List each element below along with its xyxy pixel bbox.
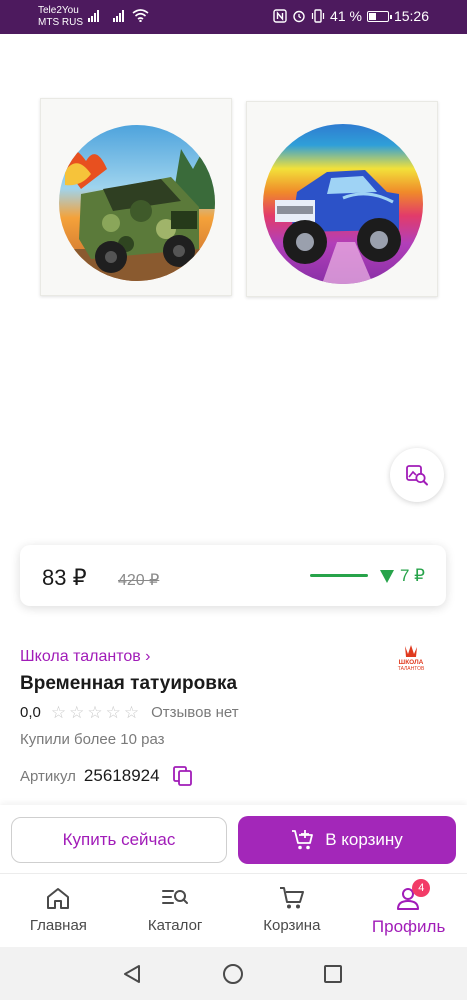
price-card[interactable]: 83 ₽ 420 ₽ 7 ₽ — [20, 545, 446, 606]
recents-icon[interactable] — [322, 963, 344, 985]
nav-catalog[interactable]: Каталог — [117, 874, 234, 947]
rating-stars: ☆ ☆ ☆ ☆ ☆ — [50, 702, 140, 722]
nav-home-label: Главная — [29, 917, 87, 934]
brand-logo[interactable]: ШКОЛА ТАЛАНТОВ — [393, 644, 429, 672]
article-row: Артикул 25618924 — [20, 765, 194, 787]
notification-badge: 4 — [412, 879, 431, 897]
svg-text:ШКОЛА: ШКОЛА — [399, 659, 424, 666]
star-icon: ☆ — [105, 702, 121, 722]
add-to-cart-button[interactable]: В корзину — [238, 816, 456, 864]
back-icon[interactable] — [121, 963, 143, 985]
system-navigation-bar — [0, 947, 467, 1000]
buy-now-button[interactable]: Купить сейчас — [11, 817, 227, 863]
product-image-military-truck — [40, 98, 232, 296]
alarm-icon — [293, 10, 305, 23]
star-icon: ☆ — [87, 702, 103, 722]
product-title: Временная татуировка — [20, 673, 238, 694]
vibrate-icon — [311, 9, 325, 23]
status-bar: Tele2You MTS RUS 41 % 15:26 — [0, 0, 467, 34]
article-number: 25618924 — [83, 766, 160, 785]
action-bar: Купить сейчас В корзину — [0, 805, 467, 873]
rating-row[interactable]: 0,0 ☆ ☆ ☆ ☆ ☆ Отзывов нет — [20, 702, 239, 722]
nav-profile-label: Профиль — [371, 917, 446, 936]
catalog-search-icon — [162, 890, 189, 904]
clock: 15:26 — [393, 8, 429, 24]
old-price: 420 ₽ — [118, 572, 160, 589]
rating-value: 0,0 — [20, 704, 41, 721]
carrier-2: MTS RUS — [38, 17, 83, 28]
battery-percent: 41 % — [330, 8, 362, 24]
copy-icon[interactable] — [172, 765, 194, 787]
product-gallery[interactable] — [0, 34, 467, 534]
nav-cart-label: Корзина — [263, 917, 321, 934]
cart-plus-icon — [292, 830, 314, 850]
price-trend-line — [310, 574, 368, 577]
price-drop: 7 ₽ — [380, 566, 425, 586]
wifi-icon — [132, 9, 149, 22]
nav-profile[interactable]: 4 Профиль — [350, 874, 467, 947]
nav-cart[interactable]: Корзина — [234, 874, 351, 947]
image-search-button[interactable] — [390, 448, 444, 502]
image-search-icon — [406, 465, 428, 486]
home-button-icon[interactable] — [222, 963, 244, 985]
purchase-count: Купили более 10 раз — [20, 731, 165, 748]
home-icon — [47, 888, 70, 909]
svg-text:ТАЛАНТОВ: ТАЛАНТОВ — [398, 666, 425, 672]
reviews-count: Отзывов нет — [151, 704, 239, 721]
nfc-icon — [273, 9, 287, 23]
star-icon: ☆ — [69, 702, 85, 722]
price-drop-value: 7 ₽ — [400, 566, 425, 585]
signal-icon — [88, 9, 99, 22]
carrier-names: Tele2You MTS RUS — [38, 5, 83, 29]
battery-icon — [366, 10, 392, 22]
star-icon: ☆ — [123, 702, 140, 722]
nav-catalog-label: Каталог — [147, 917, 203, 934]
article-label: Артикул — [20, 767, 76, 785]
bottom-navigation: Главная Каталог Корзина 4 Профиль — [0, 873, 467, 947]
carrier-1: Tele2You — [38, 5, 79, 16]
cart-icon — [279, 887, 304, 909]
nav-home[interactable]: Главная — [0, 874, 117, 947]
product-image-monster-truck — [246, 101, 438, 297]
arrow-down-icon — [380, 569, 394, 583]
star-icon: ☆ — [50, 702, 67, 722]
signal-icon — [113, 9, 124, 22]
current-price: 83 ₽ — [42, 565, 87, 590]
add-to-cart-label: В корзину — [325, 830, 403, 849]
brand-link[interactable]: Школа талантов › — [20, 648, 151, 666]
